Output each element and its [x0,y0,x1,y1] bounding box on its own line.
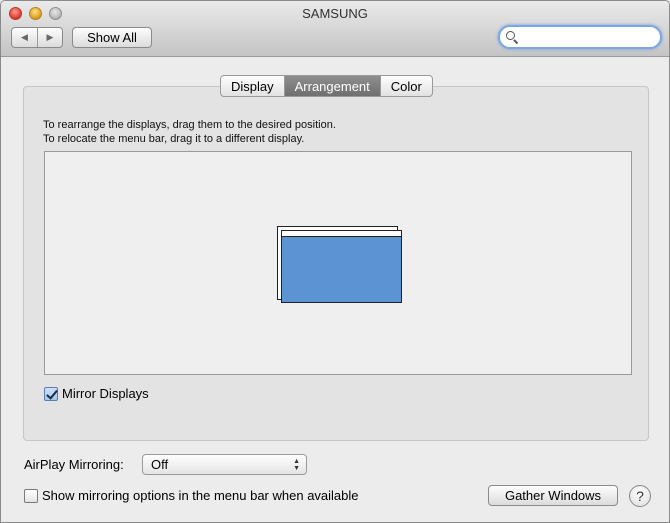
primary-display-thumbnail[interactable] [281,230,402,303]
tab-display[interactable]: Display [221,76,284,96]
search-field[interactable] [498,25,662,49]
tab-bar: Display Arrangement Color [220,75,433,97]
mirror-displays-option[interactable]: Mirror Displays [44,386,149,401]
tab-color[interactable]: Color [379,76,432,96]
tab-arrangement[interactable]: Arrangement [283,76,380,96]
help-icon: ? [636,488,644,504]
show-mirroring-options-option[interactable]: Show mirroring options in the menu bar w… [24,488,359,503]
airplay-mirroring-label: AirPlay Mirroring: [24,457,124,472]
menu-bar-indicator[interactable] [282,231,401,237]
airplay-mirroring-select[interactable]: Off ▲ ▼ [142,454,307,475]
back-forward-control: ◀ ▶ [11,27,63,48]
help-button[interactable]: ? [629,485,651,507]
preferences-window: SAMSUNG ◀ ▶ Show All Display Arrangement… [0,0,670,523]
show-all-button[interactable]: Show All [72,27,152,48]
updown-arrows-icon: ▲ ▼ [293,458,300,472]
mirror-displays-checkbox[interactable] [44,386,58,401]
display-arrangement-area [44,151,632,375]
back-arrow-icon: ◀ [21,32,28,42]
search-icon [506,31,519,45]
arrangement-instructions: To rearrange the displays, drag them to … [43,118,336,146]
instruction-line-rearrange: To rearrange the displays, drag them to … [43,119,336,131]
mirror-displays-label: Mirror Displays [62,386,149,401]
title-bar: SAMSUNG ◀ ▶ Show All [1,1,669,57]
instruction-line-menubar: To relocate the menu bar, drag it to a d… [43,133,305,145]
show-mirroring-options-checkbox[interactable] [24,488,38,503]
gather-windows-button[interactable]: Gather Windows [488,485,618,506]
forward-button[interactable]: ▶ [37,28,62,47]
airplay-selected-value: Off [151,457,169,472]
show-mirroring-options-label: Show mirroring options in the menu bar w… [42,488,359,503]
forward-arrow-icon: ▶ [46,32,54,42]
back-button[interactable]: ◀ [12,28,37,47]
window-title: SAMSUNG [302,6,368,21]
search-input[interactable] [521,30,651,44]
